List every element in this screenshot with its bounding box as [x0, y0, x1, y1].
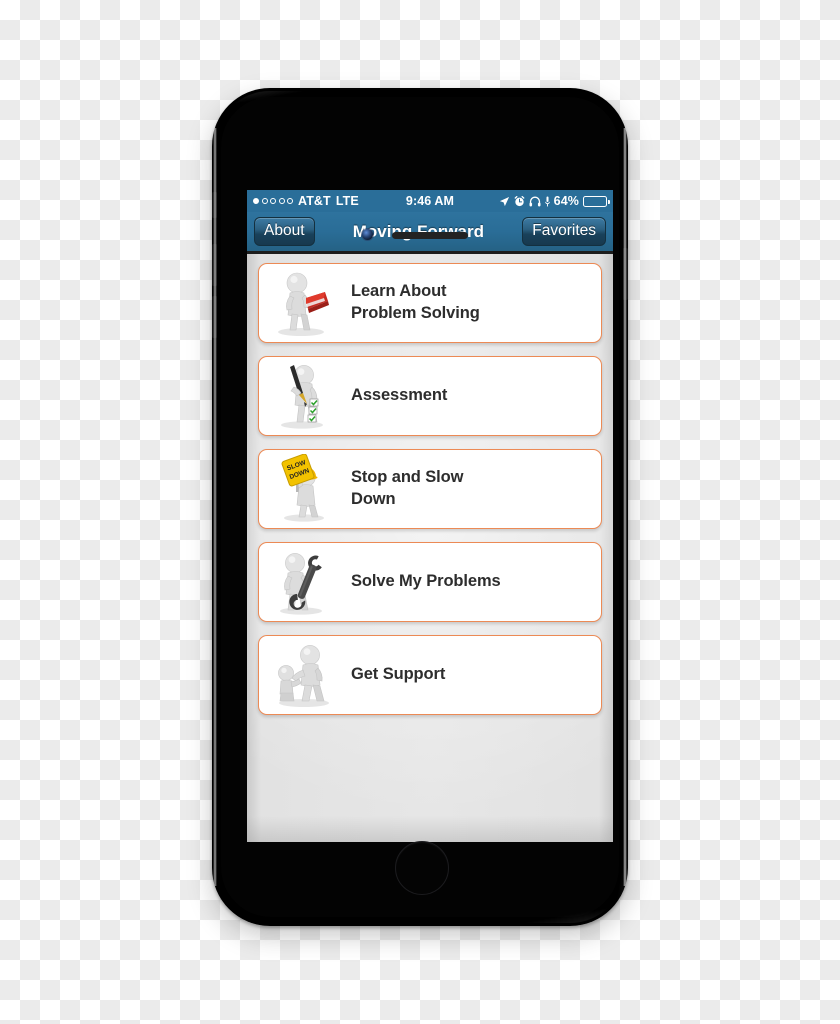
status-bar-left: AT&T LTE: [247, 194, 359, 208]
battery-icon: [583, 195, 610, 207]
mute-switch[interactable]: [212, 192, 217, 218]
volume-down-button[interactable]: [212, 296, 217, 338]
list-item-label-line1: Assessment: [351, 386, 448, 405]
list-item-get-support[interactable]: Get Support: [258, 635, 602, 715]
list-item-label: Solve My Problems: [351, 571, 511, 593]
carrier-name: AT&T: [298, 194, 331, 208]
list-item-label-line2: Problem Solving: [351, 304, 480, 322]
list-item-label: Assessment: [351, 385, 457, 407]
earpiece-speaker-icon: [392, 232, 468, 239]
signal-dot-1: [253, 198, 259, 204]
device-rim-left: [213, 128, 217, 886]
iphone-device: AT&T LTE 9:46 AM 64% About Moving Forwar…: [212, 88, 628, 926]
list-item-label-line1: Solve My Problems: [351, 572, 501, 591]
device-rim-right: [623, 128, 627, 886]
list-item-label: Get Support: [351, 664, 455, 686]
person-slow-down-sign-icon: SLOW DOWN: [259, 450, 351, 528]
list-item-label-line2: Down: [351, 490, 396, 508]
microphone-icon: [544, 196, 550, 207]
location-arrow-icon: [499, 196, 510, 207]
phone-screen: AT&T LTE 9:46 AM 64% About Moving Forwar…: [247, 190, 613, 842]
headphones-icon: [529, 196, 541, 207]
network-type: LTE: [335, 194, 359, 208]
signal-dot-2: [261, 198, 268, 204]
about-button[interactable]: About: [254, 217, 315, 246]
list-item-stop-and-slow-down[interactable]: SLOW DOWN Stop and Slow Down: [258, 449, 602, 529]
list-item-label-line1: Learn About: [351, 282, 447, 301]
list-item-label: Stop and Slow Down: [351, 467, 473, 511]
person-helping-person-icon: [259, 636, 351, 714]
alarm-clock-icon: [514, 195, 525, 207]
list-item-label-line1: Stop and Slow: [351, 468, 464, 487]
signal-strength-icon: [253, 198, 293, 204]
battery-percent-label: 64%: [553, 194, 579, 208]
power-button[interactable]: [623, 248, 628, 300]
transparency-canvas: AT&T LTE 9:46 AM 64% About Moving Forwar…: [0, 0, 840, 1024]
signal-dot-5: [287, 198, 293, 204]
status-bar: AT&T LTE 9:46 AM 64%: [247, 190, 613, 212]
favorites-button[interactable]: Favorites: [522, 217, 606, 246]
signal-dot-4: [278, 198, 285, 204]
list-item-solve-my-problems[interactable]: Solve My Problems: [258, 542, 602, 622]
list-item-label: Learn About Problem Solving: [351, 281, 490, 325]
person-wrench-icon: [259, 543, 351, 621]
list-item-learn-about-problem-solving[interactable]: Learn About Problem Solving: [258, 263, 602, 343]
device-faceplate: AT&T LTE 9:46 AM 64% About Moving Forwar…: [221, 97, 619, 917]
person-reading-book-icon: [259, 264, 351, 342]
menu-list: Learn About Problem Solving Assessment S…: [247, 254, 613, 842]
volume-up-button[interactable]: [212, 244, 217, 286]
signal-dot-3: [270, 198, 276, 204]
list-item-label-line1: Get Support: [351, 665, 446, 684]
list-item-assessment[interactable]: Assessment: [258, 356, 602, 436]
front-camera-icon: [362, 229, 373, 240]
person-pen-checklist-icon: [259, 357, 351, 435]
home-button[interactable]: [395, 841, 449, 895]
status-bar-right: 64%: [499, 194, 613, 208]
